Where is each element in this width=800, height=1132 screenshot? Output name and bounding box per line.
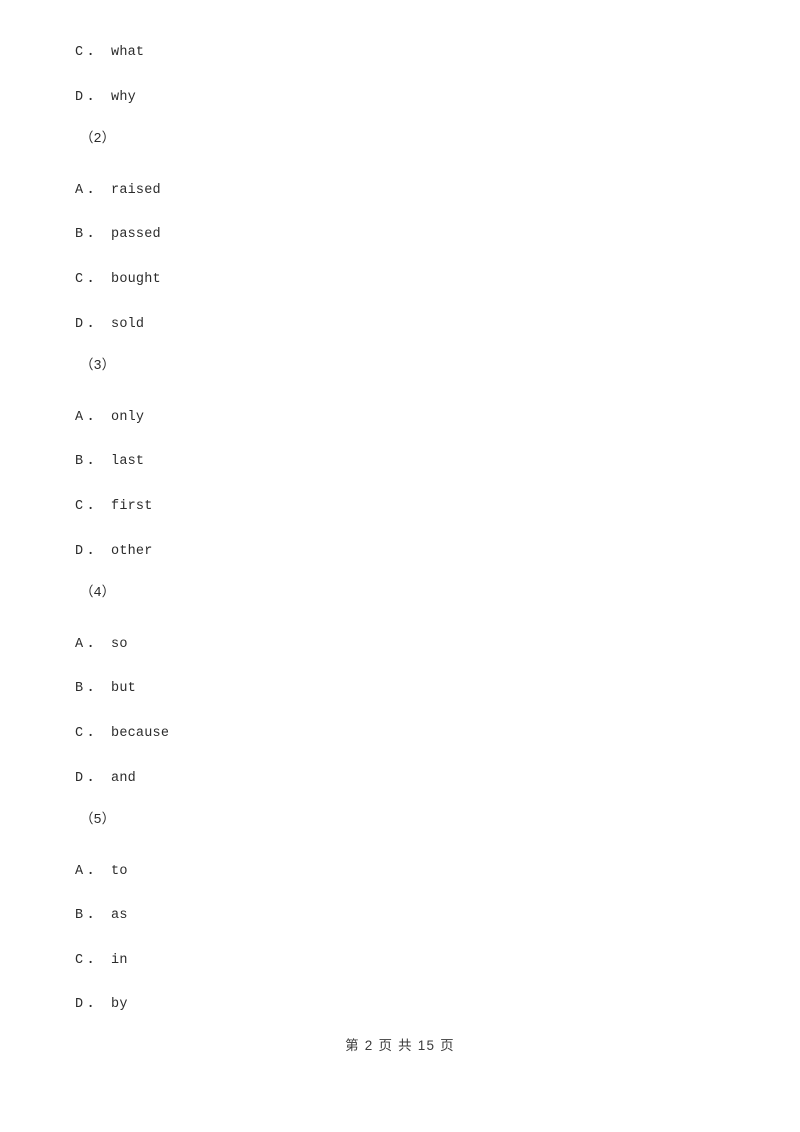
- option-letter: C: [75, 45, 84, 60]
- option-separator: ．: [87, 271, 102, 287]
- option-separator: ．: [87, 454, 102, 470]
- option-text: so: [111, 636, 128, 652]
- answer-option[interactable]: C ． bought: [75, 273, 715, 318]
- option-separator: ．: [87, 45, 102, 60]
- option-separator: ．: [87, 908, 102, 924]
- group-marker-label: （2）: [80, 132, 116, 148]
- option-separator: ．: [87, 498, 102, 514]
- option-letter: B: [75, 454, 84, 470]
- option-text: but: [111, 681, 136, 697]
- option-letter: C: [75, 498, 84, 514]
- option-letter: A: [75, 182, 84, 198]
- option-letter: A: [75, 636, 84, 652]
- answer-option[interactable]: B ． as: [75, 909, 715, 954]
- option-letter: D: [75, 770, 84, 786]
- option-text: first: [111, 498, 153, 514]
- answer-option[interactable]: C ． first: [75, 500, 715, 545]
- group-marker-label: （4）: [80, 586, 116, 602]
- option-separator: ．: [87, 227, 102, 243]
- answer-option[interactable]: A ． only: [75, 407, 715, 456]
- document-page: C ． what D ． why （2） A ． raised B ． passed C ． bought D ．…: [0, 0, 800, 1132]
- answer-option[interactable]: D ． other: [75, 545, 715, 590]
- answer-option[interactable]: D ． and: [75, 770, 715, 817]
- answer-option[interactable]: A ． raised: [75, 180, 715, 229]
- option-text: by: [111, 997, 128, 1013]
- option-letter: A: [75, 863, 84, 879]
- option-text: in: [111, 952, 128, 968]
- option-text: sold: [111, 316, 145, 332]
- option-letter: B: [75, 681, 84, 697]
- option-text: because: [111, 725, 170, 741]
- option-separator: ．: [87, 89, 102, 105]
- answer-option[interactable]: B ． last: [75, 455, 715, 500]
- answer-option[interactable]: C ． in: [75, 954, 715, 999]
- option-separator: ．: [87, 725, 102, 741]
- option-letter: D: [75, 543, 84, 559]
- answer-option[interactable]: D ． sold: [75, 318, 715, 363]
- option-separator: ．: [87, 863, 102, 879]
- option-text: to: [111, 863, 128, 879]
- answer-option[interactable]: B ． passed: [75, 228, 715, 273]
- option-text: why: [111, 89, 136, 105]
- option-letter: D: [75, 89, 84, 105]
- answer-option[interactable]: C ． what: [75, 46, 715, 91]
- answer-option[interactable]: D ． why: [75, 91, 715, 136]
- answer-option[interactable]: A ． to: [75, 861, 715, 910]
- question-group-marker: （5）: [75, 814, 715, 859]
- question-group-marker: （3）: [75, 360, 715, 405]
- option-letter: C: [75, 725, 84, 741]
- option-letter: D: [75, 316, 84, 332]
- option-text: as: [111, 908, 128, 924]
- option-separator: ．: [87, 409, 102, 425]
- group-marker-label: （3）: [80, 359, 116, 375]
- option-text: only: [111, 409, 145, 425]
- option-separator: ．: [87, 182, 102, 198]
- option-letter: C: [75, 271, 84, 287]
- option-separator: ．: [87, 636, 102, 652]
- option-separator: ．: [87, 997, 102, 1013]
- group-marker-label: （5）: [80, 813, 116, 829]
- option-letter: A: [75, 409, 84, 425]
- page-footer: 第 2 页 共 15 页: [345, 1038, 455, 1053]
- option-separator: ．: [87, 681, 102, 697]
- option-text: other: [111, 543, 153, 559]
- option-text: last: [111, 454, 145, 470]
- option-separator: ．: [87, 952, 102, 968]
- option-text: bought: [111, 271, 161, 287]
- option-text: passed: [111, 227, 161, 243]
- option-letter: B: [75, 227, 84, 243]
- option-text: and: [111, 770, 136, 786]
- option-letter: C: [75, 952, 84, 968]
- answer-option[interactable]: A ． so: [75, 634, 715, 683]
- option-separator: ．: [87, 316, 102, 332]
- question-group-marker: （2）: [75, 133, 715, 178]
- option-letter: B: [75, 908, 84, 924]
- option-separator: ．: [87, 770, 102, 786]
- answer-option[interactable]: C ． because: [75, 727, 715, 772]
- answer-option[interactable]: B ． but: [75, 682, 715, 727]
- question-options-list: C ． what D ． why （2） A ． raised B ． passed C ． bought D ．…: [75, 46, 715, 1043]
- option-text: raised: [111, 182, 161, 198]
- option-separator: ．: [87, 543, 102, 559]
- option-letter: D: [75, 997, 84, 1013]
- question-group-marker: （4）: [75, 587, 715, 632]
- option-text: what: [111, 45, 145, 60]
